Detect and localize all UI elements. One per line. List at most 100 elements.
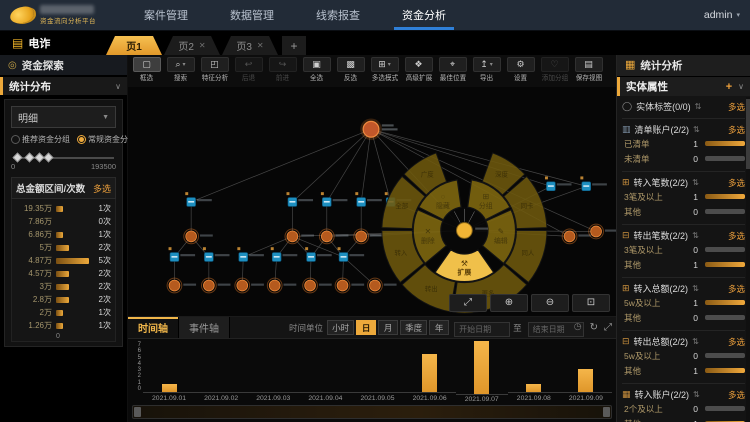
refresh-icon[interactable]: ↻ (590, 322, 598, 333)
stats-analysis-header[interactable]: ▦ 统计分析 (617, 55, 750, 77)
sort-icon[interactable]: ⇅ (693, 390, 700, 399)
account-node[interactable] (367, 277, 397, 294)
card-node[interactable] (337, 247, 365, 262)
page-tab-3[interactable]: 页3 ✕ (222, 36, 278, 55)
timeline-bar[interactable] (422, 354, 438, 392)
account-node[interactable] (334, 277, 365, 294)
scrollbar-thumb[interactable] (746, 99, 750, 169)
stat-row[interactable]: 其他1 (622, 257, 745, 272)
slider-handle[interactable] (12, 152, 23, 163)
unit-button-3[interactable]: 月 (378, 320, 399, 335)
stat-row[interactable]: 其他 0 (622, 310, 745, 325)
graph-svg[interactable]: 转出转入全部广度 深度同卡同人更多✕删除◌隐藏⊞分组✎编辑⚒扩展 (128, 87, 616, 316)
toolbar-best-position[interactable]: ⌖ 最佳位置 (436, 57, 469, 84)
multi-select-link[interactable]: 多选 (728, 283, 745, 295)
account-node[interactable] (284, 228, 315, 245)
menu-item-4[interactable]: 资金分析 (394, 0, 454, 30)
histogram-row[interactable]: 2.8万 2次 (16, 293, 111, 306)
histogram-row[interactable]: 2万 1次 (16, 306, 111, 319)
histogram-row[interactable]: 19.35万 1次 (16, 202, 111, 215)
multi-select-link[interactable]: 多选 (728, 124, 745, 136)
multi-select-link[interactable]: 多选 (728, 177, 745, 189)
card-node[interactable] (355, 192, 382, 207)
detail-dropdown[interactable]: 明细 ▼ (11, 106, 116, 128)
card-node[interactable] (270, 247, 298, 262)
toolbar-feature-analysis[interactable]: ◰ 特征分析 (198, 57, 231, 84)
toolbar-lasso-select[interactable]: ▢ 框选 (130, 57, 163, 84)
stats-distribution-header[interactable]: 统计分布 ∨ (0, 77, 127, 95)
stat-row[interactable]: 3笔及以上 0 (622, 242, 745, 257)
account-node[interactable] (353, 228, 383, 245)
histogram-row[interactable]: 6.86万 1次 (16, 228, 111, 241)
account-node[interactable] (200, 277, 231, 294)
amount-range-slider[interactable] (12, 151, 114, 165)
brush-handle-left[interactable] (134, 407, 141, 417)
unit-button-4[interactable]: 季度 (400, 320, 428, 335)
slider-handle[interactable] (24, 152, 35, 163)
account-node[interactable] (266, 277, 297, 294)
page-tab-1[interactable]: 页1 (106, 36, 162, 55)
sort-icon[interactable]: ⇅ (692, 231, 699, 240)
account-node[interactable] (234, 277, 264, 294)
close-tab-icon[interactable]: ✕ (257, 41, 264, 50)
histogram-row[interactable]: 4.87万 5次 (16, 254, 111, 267)
sort-icon[interactable]: ⇅ (692, 337, 699, 346)
account-node[interactable] (183, 228, 213, 245)
account-node[interactable] (166, 277, 197, 294)
timeline-brush[interactable] (132, 405, 612, 419)
account-node[interactable] (588, 223, 616, 240)
unit-button-5[interactable]: 年 (429, 320, 450, 335)
add-page-button[interactable]: + (282, 36, 306, 55)
layout-switch-button[interactable]: ⊡ (572, 294, 610, 312)
stat-row[interactable]: 2个及以上 0 (622, 401, 745, 416)
timeline-tab-1[interactable]: 时间轴 (128, 317, 179, 338)
expand-icon[interactable]: ⤢ (604, 322, 612, 333)
menu-item-2[interactable]: 数据管理 (226, 0, 278, 30)
plus-icon[interactable]: + (726, 81, 732, 93)
toolbar-save-view[interactable]: ▤ 保存视图 (572, 57, 605, 84)
stat-row[interactable]: 其他 0 (622, 204, 745, 219)
histogram-row[interactable]: 3万 2次 (16, 280, 111, 293)
close-tab-icon[interactable]: ✕ (199, 41, 206, 50)
toolbar-select-all[interactable]: ▣ 全选 (300, 57, 333, 84)
page-tab-2[interactable]: 页2 ✕ (164, 36, 220, 55)
timeline-bar[interactable] (474, 341, 490, 395)
sort-icon[interactable]: ⇅ (692, 284, 699, 293)
toolbar-export[interactable]: ↥ ▾ 导出 (470, 57, 503, 84)
card-node[interactable] (305, 247, 332, 262)
multi-select-link[interactable]: 多选 (728, 230, 745, 242)
card-node[interactable] (580, 176, 607, 191)
card-node[interactable] (237, 247, 264, 262)
slider-handle[interactable] (43, 152, 54, 163)
stat-row[interactable]: 未清单 0 (622, 151, 745, 166)
unit-button-2[interactable]: 日 (356, 320, 377, 335)
timeline-bar[interactable] (526, 384, 542, 392)
multi-select-link[interactable]: 多选 (728, 336, 745, 348)
radio-grouping-1[interactable]: 推荐资金分组 (11, 134, 70, 145)
card-node[interactable] (320, 192, 348, 207)
sort-icon[interactable]: ⇅ (695, 102, 702, 111)
multi-select-link[interactable]: 多选 (93, 182, 111, 195)
graph-canvas[interactable]: 转出 转入 全部 广度 深度 同卡 同人 更多 ✕ 删除 ◌ 隐藏 ⊞ 分组 ✎ 编辑 ⚒ 扩展 ⤢ ⊕ ⊖ ⊡ (128, 87, 616, 316)
fit-view-button[interactable]: ⤢ (449, 294, 487, 312)
stat-row[interactable]: 其他1 (622, 416, 745, 422)
card-node[interactable] (168, 247, 196, 262)
histogram-row[interactable]: 1.26万 1次 (16, 319, 111, 332)
card-node[interactable] (185, 192, 212, 207)
timeline-bar[interactable] (161, 384, 177, 392)
zoom-in-button[interactable]: ⊕ (490, 294, 528, 312)
timeline-tab-2[interactable]: 事件轴 (179, 317, 230, 338)
account-node[interactable] (318, 228, 349, 245)
toolbar-multi-select-mode[interactable]: ⊞ ▾ 多选模式 (368, 57, 401, 84)
scrollbar[interactable] (746, 97, 750, 422)
toolbar-settings[interactable]: ⚙ 设置 (504, 57, 537, 84)
stat-row[interactable]: 5w及以上 1 (622, 295, 745, 310)
brush-handle-right[interactable] (603, 407, 610, 417)
sort-icon[interactable]: ⇅ (692, 178, 699, 187)
timeline-bar[interactable] (578, 369, 594, 392)
menu-item-1[interactable]: 案件管理 (140, 0, 192, 30)
histogram-row[interactable]: 5万 2次 (16, 241, 111, 254)
unit-button-1[interactable]: 小时 (327, 320, 355, 335)
user-menu[interactable]: admin ▾ (704, 0, 740, 30)
root-node[interactable] (360, 118, 398, 141)
